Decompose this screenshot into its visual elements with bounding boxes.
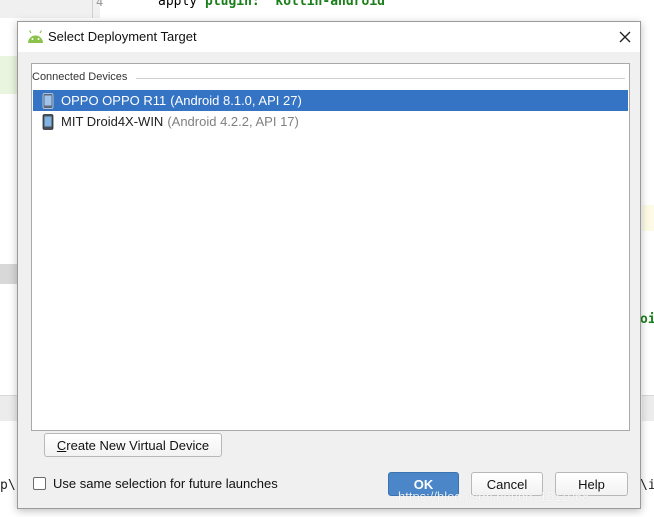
section-label: Connected Devices [32, 71, 128, 83]
help-button[interactable]: Help [555, 472, 628, 496]
android-icon [28, 30, 43, 43]
device-row-mit-droid4x[interactable]: MIT Droid4X-WIN (Android 4.2.2, API 17) [33, 111, 628, 132]
code-prefix: apply [158, 0, 205, 9]
phone-icon [42, 92, 54, 109]
editor-highlight-right [642, 205, 654, 231]
create-button-label: Create New Virtual Device [57, 438, 209, 453]
create-virtual-device-button[interactable]: Create New Virtual Device [44, 433, 222, 457]
create-button-mnemonic: C [56, 437, 67, 453]
editor-fragment-right-2: \i [640, 478, 654, 493]
cancel-button[interactable]: Cancel [471, 472, 543, 496]
device-detail: (Android 8.1.0, API 27) [170, 93, 302, 108]
editor-fragment-right-1: oi [640, 312, 654, 327]
ok-button[interactable]: OK [388, 472, 459, 496]
device-detail: (Android 4.2.2, API 17) [167, 114, 299, 129]
device-name: MIT Droid4X-WIN [61, 114, 164, 129]
device-row-oppo-r11[interactable]: OPPO OPPO R11 (Android 8.1.0, API 27) [33, 90, 628, 111]
section-divider [136, 78, 625, 79]
editor-panel-strip-right [642, 395, 654, 421]
editor-gutter [0, 0, 100, 18]
device-list-panel: Connected Devices OPPO OPPO R11 (Android… [31, 63, 630, 431]
create-button-label-rest: reate New Virtual Device [66, 437, 210, 453]
dialog-title: Select Deployment Target [48, 29, 197, 44]
line-number: 4 [96, 0, 104, 9]
device-name: OPPO OPPO R11 [61, 93, 167, 108]
editor-highlight-left [0, 56, 18, 94]
editor-panel-strip-left [0, 395, 18, 421]
editor-fragment-left: p\ [0, 478, 16, 493]
code-keyword: plugin: 'kotlin-android' [204, 0, 393, 9]
same-selection-checkbox[interactable]: Use same selection for future launches [33, 476, 278, 491]
dialog-titlebar: Select Deployment Target [18, 22, 640, 52]
connected-devices-header: Connected Devices [32, 70, 629, 86]
code-line: apply plugin: 'kotlin-android' [158, 0, 393, 9]
gutter-divider [92, 0, 93, 18]
checkbox-label: Use same selection for future launches [53, 476, 278, 491]
deployment-target-dialog: Select Deployment Target Connected Devic… [17, 21, 641, 509]
close-button[interactable] [610, 22, 640, 52]
close-icon [619, 31, 631, 43]
checkbox-box[interactable] [33, 477, 46, 490]
editor-gray-strip [0, 264, 18, 284]
phone-icon [42, 113, 54, 130]
